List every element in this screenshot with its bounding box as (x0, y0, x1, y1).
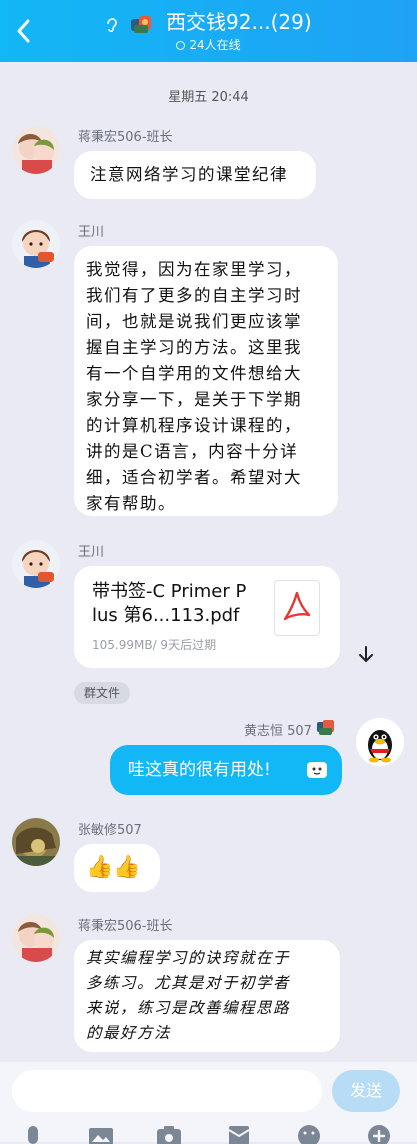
message-line: 其实编程学习的诀窍就在于 (86, 949, 291, 967)
message-bubble[interactable]: 哇这真的很有用处! (110, 745, 342, 795)
message-line: 有一个自学用的文件想给大 (86, 364, 302, 383)
avatar[interactable] (12, 540, 60, 588)
message-text: 哇这真的很有用处! (128, 760, 271, 780)
file-name: 带书签-C Primer P lus 第6...113.pdf (92, 580, 277, 628)
download-icon[interactable] (355, 644, 377, 666)
file-card[interactable]: 带书签-C Primer P lus 第6...113.pdf 105.99MB… (74, 566, 340, 668)
ear-icon (107, 17, 118, 32)
sticker-icon (307, 762, 327, 778)
chat-title-row[interactable]: 西交钱92...(29) (0, 9, 417, 35)
plus-icon[interactable] (366, 1124, 392, 1144)
message-bubble[interactable]: 其实编程学习的诀窍就在于 多练习。尤其是对于初学者 来说，练习是改善编程思路 的… (74, 940, 340, 1052)
mic-icon[interactable] (20, 1124, 46, 1144)
message-line: 握自主学习的方法。这里我 (86, 338, 302, 357)
message-bubble[interactable]: 👍👍 (74, 844, 160, 892)
send-button[interactable]: 发送 (332, 1070, 400, 1112)
message-line: 我觉得，因为在家里学习， (86, 260, 302, 279)
sender-name: 蒋秉宏506-班长 (78, 919, 173, 934)
message-bubble[interactable]: 注意网络学习的课堂纪律 (74, 151, 316, 199)
message-line: 多练习。尤其是对于初学者 (86, 974, 291, 992)
avatar[interactable] (12, 818, 60, 866)
online-count: 24人在线 (189, 38, 241, 52)
chat-title: 西交钱92...(29) (166, 10, 312, 34)
message-line: 家分享一下，是关于下学期 (86, 390, 302, 409)
image-icon[interactable] (88, 1124, 114, 1144)
avatar[interactable] (356, 718, 404, 766)
red-packet-icon[interactable] (226, 1124, 252, 1144)
message-line: 间，也就是说我们更应该掌 (86, 312, 302, 331)
message-text: 注意网络学习的课堂纪律 (90, 165, 288, 184)
file-name-line: 带书签-C Primer P (92, 581, 247, 602)
online-status: 24人在线 (0, 37, 417, 53)
sender-name: 张敏修507 (78, 823, 142, 838)
input-bar: 发送 (0, 1062, 417, 1144)
camera-icon[interactable] (156, 1124, 182, 1144)
message-line: 家有帮助。 (86, 494, 176, 513)
message-input[interactable] (12, 1070, 322, 1112)
message-line: 的计算机程序设计课程的， (86, 416, 302, 435)
avatar[interactable] (12, 126, 60, 174)
sender-name: 蒋秉宏506-班长 (78, 130, 173, 145)
avatar[interactable] (12, 914, 60, 962)
group-file-tag[interactable]: 群文件 (74, 682, 131, 704)
message-line: 的最好方法 (86, 1024, 172, 1042)
pdf-icon (274, 580, 320, 636)
file-meta: 105.99MB/ 9天后过期 (92, 638, 217, 652)
emoji-icon[interactable] (296, 1124, 322, 1144)
message-bubble[interactable]: 我觉得，因为在家里学习， 我们有了更多的自主学习时 间，也就是说我们更应该掌 握… (74, 246, 338, 516)
online-icon (176, 41, 186, 50)
message-line: 来说，练习是改善编程思路 (86, 999, 291, 1017)
sender-name: 王川 (78, 545, 105, 560)
message-timestamp: 星期五 20:44 (168, 90, 249, 105)
avatar[interactable] (12, 220, 60, 268)
badge-icon (317, 720, 334, 735)
sender-name: 王川 (78, 225, 105, 240)
sender-name: 黄志恒 507 (244, 724, 312, 739)
thumbs-up-emoji: 👍👍 (86, 855, 141, 880)
group-avatar-icon (130, 15, 151, 33)
chat-header: 西交钱92...(29) 24人在线 (0, 0, 417, 62)
file-name-line: lus 第6...113.pdf (92, 605, 240, 626)
message-line: 我们有了更多的自主学习时 (86, 286, 302, 305)
message-line: 讲的是C语言，内容十分详 (86, 442, 299, 461)
message-line: 细，适合初学者。希望对大 (86, 468, 302, 487)
